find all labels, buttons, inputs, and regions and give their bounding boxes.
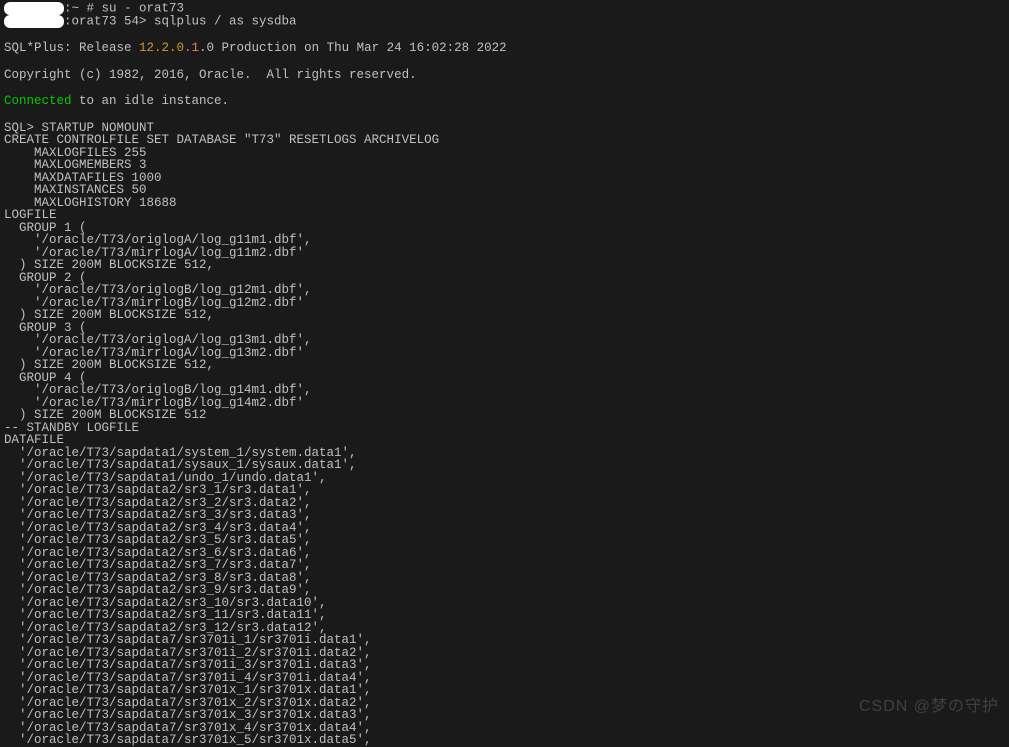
- sql-line: '/oracle/T73/sapdata7/sr3701x_4/sr3701x.…: [4, 722, 1005, 735]
- connected-word: Connected: [4, 94, 72, 108]
- sql-line: '/oracle/T73/sapdata7/sr3701x_1/sr3701x.…: [4, 684, 1005, 697]
- connected-line: Connected to an idle instance.: [4, 95, 1005, 108]
- release-prefix: SQL*Plus: Release: [4, 41, 139, 55]
- release-suffix: .0 Production on Thu Mar 24 16:02:28 202…: [199, 41, 507, 55]
- prompt-text: :orat73 54> sqlplus / as sysdba: [64, 15, 297, 29]
- sql-line: '/oracle/T73/origlogA/log_g13m1.dbf',: [4, 334, 1005, 347]
- sql-line: MAXDATAFILES 1000: [4, 172, 1005, 185]
- sql-line: '/oracle/T73/sapdata2/sr3_3/sr3.data3',: [4, 509, 1005, 522]
- release-version: 12.2.0.1: [139, 41, 199, 55]
- sql-line: CREATE CONTROLFILE SET DATABASE "T73" RE…: [4, 134, 1005, 147]
- prompt-line-1: :~ # su - orat73: [4, 2, 1005, 15]
- prompt-line-2: :orat73 54> sqlplus / as sysdba: [4, 15, 1005, 28]
- sql-line: -- STANDBY LOGFILE: [4, 422, 1005, 435]
- blank-line: [4, 108, 1005, 122]
- sql-line: '/oracle/T73/sapdata7/sr3701x_5/sr3701x.…: [4, 734, 1005, 747]
- sql-line: '/oracle/T73/sapdata2/sr3_11/sr3.data11'…: [4, 609, 1005, 622]
- blank-line: [4, 81, 1005, 95]
- copyright-line: Copyright (c) 1982, 2016, Oracle. All ri…: [4, 69, 1005, 82]
- sql-line: ) SIZE 200M BLOCKSIZE 512,: [4, 309, 1005, 322]
- sql-line: '/oracle/T73/origlogB/log_g12m1.dbf',: [4, 284, 1005, 297]
- sql-line: '/oracle/T73/sapdata7/sr3701x_3/sr3701x.…: [4, 709, 1005, 722]
- sql-block: SQL> STARTUP NOMOUNTCREATE CONTROLFILE S…: [4, 122, 1005, 747]
- redacted-host: [4, 15, 64, 28]
- sql-line: '/oracle/T73/sapdata2/sr3_7/sr3.data7',: [4, 559, 1005, 572]
- sql-line: '/oracle/T73/sapdata7/sr3701i_1/sr3701i.…: [4, 634, 1005, 647]
- sql-line: LOGFILE: [4, 209, 1005, 222]
- sql-line: ) SIZE 200M BLOCKSIZE 512,: [4, 259, 1005, 272]
- connected-suffix: to an idle instance.: [72, 94, 230, 108]
- watermark: CSDN @梦の守护: [859, 699, 999, 715]
- sql-line: '/oracle/T73/sapdata1/sysaux_1/sysaux.da…: [4, 459, 1005, 472]
- sql-line: '/oracle/T73/sapdata2/sr3_5/sr3.data5',: [4, 534, 1005, 547]
- sql-line: MAXLOGFILES 255: [4, 147, 1005, 160]
- sql-line: MAXINSTANCES 50: [4, 184, 1005, 197]
- sql-line: MAXLOGMEMBERS 3: [4, 159, 1005, 172]
- prompt-text: :~ # su - orat73: [64, 2, 184, 16]
- sql-line: ) SIZE 200M BLOCKSIZE 512: [4, 409, 1005, 422]
- sql-line: '/oracle/T73/sapdata2/sr3_1/sr3.data1',: [4, 484, 1005, 497]
- sql-line: '/oracle/T73/origlogB/log_g14m1.dbf',: [4, 384, 1005, 397]
- sql-line: ) SIZE 200M BLOCKSIZE 512,: [4, 359, 1005, 372]
- sql-line: '/oracle/T73/sapdata7/sr3701i_3/sr3701i.…: [4, 659, 1005, 672]
- sql-line: '/oracle/T73/origlogA/log_g11m1.dbf',: [4, 234, 1005, 247]
- sql-line: DATAFILE: [4, 434, 1005, 447]
- blank-line: [4, 55, 1005, 69]
- sql-line: MAXLOGHISTORY 18688: [4, 197, 1005, 210]
- release-line: SQL*Plus: Release 12.2.0.1.0 Production …: [4, 42, 1005, 55]
- terminal-output: :~ # su - orat73 :orat73 54> sqlplus / a…: [4, 2, 1005, 747]
- sql-line: '/oracle/T73/sapdata2/sr3_9/sr3.data9',: [4, 584, 1005, 597]
- redacted-host: [4, 2, 64, 15]
- blank-line: [4, 28, 1005, 42]
